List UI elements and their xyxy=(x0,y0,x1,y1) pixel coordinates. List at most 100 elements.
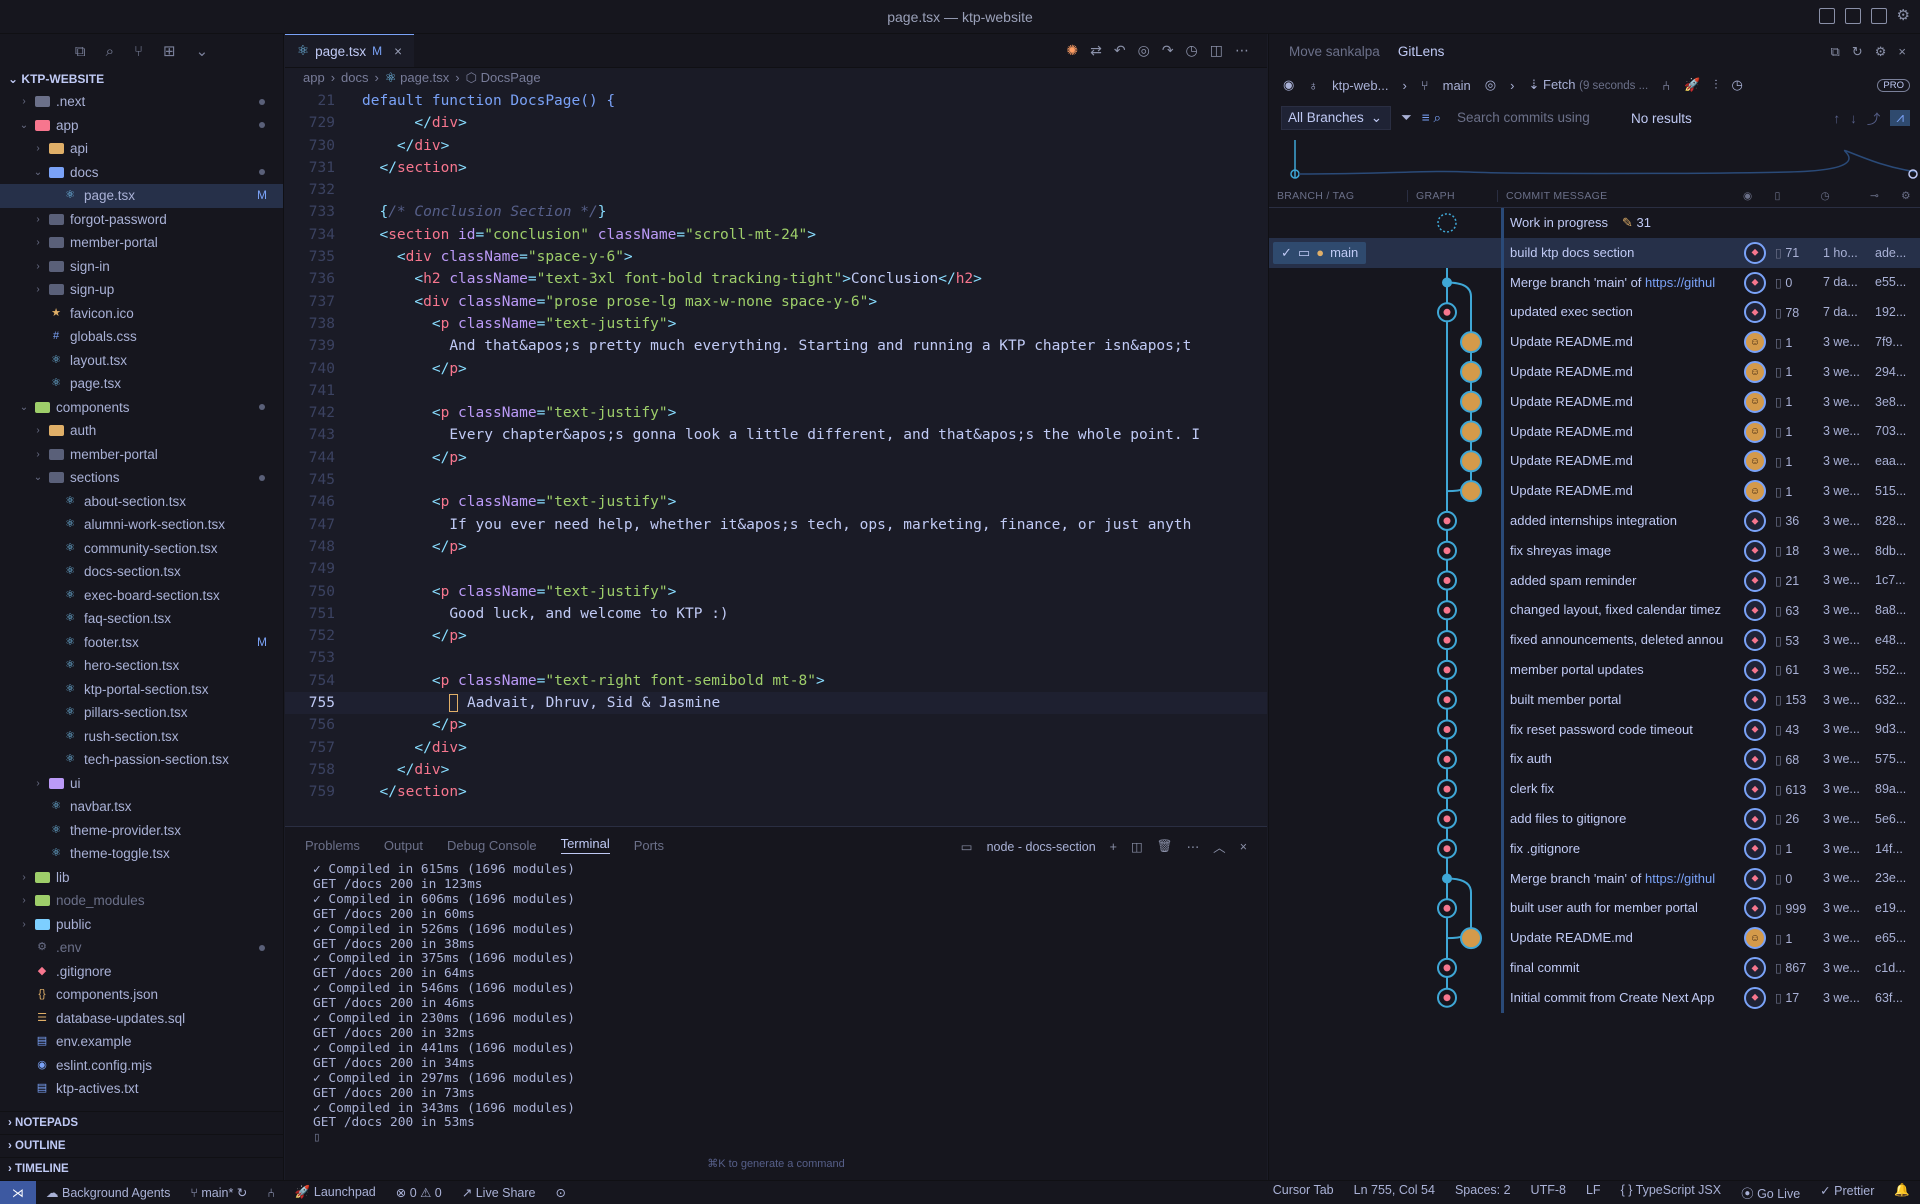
date-column-icon[interactable]: ◷ xyxy=(1821,190,1830,202)
tree-item[interactable]: ▤ env.example xyxy=(0,1030,283,1054)
close-icon[interactable]: × xyxy=(394,44,402,59)
more-actions-icon[interactable]: ⋯ xyxy=(1235,42,1249,59)
tree-item[interactable]: ⚛ theme-provider.tsx xyxy=(0,819,283,843)
tree-item[interactable]: ⚛ layout.tsx xyxy=(0,349,283,373)
commit-row[interactable]: added spam reminder ⬥ ▯ 21 3 we... 1c7... xyxy=(1269,565,1920,596)
tree-item[interactable]: ⚛ about-section.tsx xyxy=(0,490,283,514)
tree-item[interactable]: ⚛ docs-section.tsx xyxy=(0,560,283,584)
revert-icon[interactable]: ↶ xyxy=(1114,42,1126,59)
encoding[interactable]: UTF-8 xyxy=(1521,1183,1576,1202)
branch-filter-select[interactable]: All Branches ⌄ xyxy=(1281,106,1391,130)
commit-row[interactable]: Initial commit from Create Next App ⬥ ▯ 17… xyxy=(1269,982,1920,1013)
code-line[interactable]: 735 <div className="space-y-6"> xyxy=(285,246,1267,268)
tree-item[interactable]: ⌄ app xyxy=(0,114,283,138)
tree-item[interactable]: ⚛ tech-passion-section.tsx xyxy=(0,748,283,772)
toggle-panel-icon[interactable] xyxy=(1844,8,1861,24)
tree-item[interactable]: ⌄ sections xyxy=(0,466,283,490)
tree-item[interactable]: ⚛ navbar.tsx xyxy=(0,795,283,819)
author-column-icon[interactable]: ◉ xyxy=(1743,190,1752,202)
tree-item[interactable]: › member-portal xyxy=(0,443,283,467)
tree-item[interactable]: ⚛ rush-section.tsx xyxy=(0,725,283,749)
commit-row[interactable]: member portal updates ⬥ ▯ 61 3 we... 552... xyxy=(1269,655,1920,685)
code-editor[interactable]: 21 default function DocsPage() { 729 </d… xyxy=(285,90,1267,826)
commit-row[interactable]: clerk fix ⬥ ▯ 613 3 we... 89a... xyxy=(1269,774,1920,804)
source-control-icon[interactable]: ⑂ xyxy=(134,43,143,60)
settings-gear-icon[interactable]: ⚙ xyxy=(1875,44,1887,60)
code-line[interactable]: 739 And that&apos;s pretty much everythi… xyxy=(285,335,1267,357)
changes-column-icon[interactable]: ▯ xyxy=(1774,190,1780,202)
tree-item[interactable]: ⚛ page.tsx xyxy=(0,372,283,396)
live-share[interactable]: ↗ Live Share xyxy=(452,1185,546,1200)
launchpad-icon[interactable]: 🚀 xyxy=(1684,77,1700,93)
trash-icon[interactable]: 🗑 xyxy=(1157,839,1173,854)
commit-row[interactable]: Update README.md ☺ ▯ 1 3 we... 3e8... xyxy=(1269,386,1920,417)
settings-gear-icon[interactable]: ⚙ xyxy=(1897,8,1910,24)
copilot-icon[interactable]: ⊙ xyxy=(545,1185,575,1200)
breadcrumb-item[interactable]: app xyxy=(303,68,325,88)
commit-link[interactable]: https://githul xyxy=(1645,275,1715,290)
tree-item[interactable]: › sign-in xyxy=(0,255,283,279)
tree-item[interactable]: ⚛ theme-toggle.tsx xyxy=(0,842,283,866)
git-graph-icon[interactable]: ⑃ xyxy=(257,1186,285,1200)
tree-item[interactable]: ⌄ components xyxy=(0,396,283,420)
panel-tab-terminal[interactable]: Terminal xyxy=(560,836,610,854)
indentation[interactable]: Spaces: 2 xyxy=(1445,1183,1521,1202)
terminal-output[interactable]: ✓ Compiled in 615ms (1696 modules) GET /d… xyxy=(285,862,1267,1146)
commit-row[interactable]: final commit ⬥ ▯ 867 3 we... c1d... xyxy=(1269,953,1920,983)
panel-tab-debug-console[interactable]: Debug Console xyxy=(447,838,537,853)
commit-row[interactable]: ✓ ▭ ● main build ktp docs section ⬥ ▯ 71 1 ho..… xyxy=(1269,237,1920,268)
github-icon[interactable]: ◉ xyxy=(1283,77,1294,93)
terminal-name[interactable]: node - docs-section xyxy=(987,840,1096,854)
more-actions-icon[interactable]: ⋯ xyxy=(1187,839,1200,854)
split-editor-icon[interactable]: ◫ xyxy=(1210,42,1223,59)
column-graph[interactable]: GRAPH xyxy=(1407,189,1497,202)
timeline-icon[interactable]: ◷ xyxy=(1186,42,1198,59)
code-line[interactable]: 747 If you ever need help, whether it&ap… xyxy=(285,514,1267,536)
breadcrumb-item[interactable]: ⬡ DocsPage xyxy=(466,68,541,88)
tree-item[interactable]: › ui xyxy=(0,772,283,796)
commit-row[interactable]: changed layout, fixed calendar timez ⬥ ▯ 6… xyxy=(1269,595,1920,626)
arrow-down-icon[interactable]: ↓ xyxy=(1850,111,1857,126)
compare-changes-icon[interactable]: ⇄ xyxy=(1090,42,1102,59)
code-line[interactable]: 736 <h2 className="text-3xl font-bold tr… xyxy=(285,268,1267,290)
tree-item[interactable]: › auth xyxy=(0,419,283,443)
code-line[interactable]: 753 xyxy=(285,647,1267,669)
commit-row[interactable]: updated exec section ⬥ ▯ 78 7 da... 192... xyxy=(1269,297,1920,328)
tree-item[interactable]: › member-portal xyxy=(0,231,283,255)
split-terminal-icon[interactable]: ◫ xyxy=(1131,839,1143,854)
commit-icon[interactable]: ◎ xyxy=(1138,42,1150,59)
panel-tab-ports[interactable]: Ports xyxy=(634,838,664,853)
tree-item[interactable]: ☰ database-updates.sql xyxy=(0,1007,283,1031)
sticky-scroll-line[interactable]: 21 default function DocsPage() { xyxy=(285,90,1267,113)
sha-column-icon[interactable]: ⊸ xyxy=(1870,190,1879,202)
commit-row[interactable]: Update README.md ☺ ▯ 1 3 we... eaa... xyxy=(1269,446,1920,477)
search-mode-icon[interactable]: ≡ ⌕ xyxy=(1422,110,1441,126)
commit-row[interactable]: Update README.md ☺ ▯ 1 3 we... 703... xyxy=(1269,416,1920,447)
commit-row[interactable]: fix .gitignore ⬥ ▯ 1 3 we... 14f... xyxy=(1269,833,1920,864)
search-commits-input[interactable]: Search commits using xyxy=(1451,106,1621,130)
commit-row[interactable]: Update README.md ☺ ▯ 1 3 we... 7f9... xyxy=(1269,327,1920,357)
commit-row-wip[interactable]: Work in progress ✎ 31 xyxy=(1269,208,1920,238)
commit-row[interactable]: Update README.md ☺ ▯ 1 3 we... 294... xyxy=(1269,357,1920,387)
code-line[interactable]: 737 <div className="prose prose-lg max-w… xyxy=(285,291,1267,313)
problems-count[interactable]: ⊗ 0 ⚠ 0 xyxy=(386,1185,452,1200)
code-line[interactable]: 729 </div> xyxy=(285,112,1267,134)
open-in-editor-icon[interactable]: ⧉ xyxy=(1831,44,1840,60)
line-ending[interactable]: LF xyxy=(1576,1183,1611,1202)
code-line[interactable]: 738 <p className="text-justify"> xyxy=(285,313,1267,335)
git-branch[interactable]: ⑂ main* ↻ xyxy=(180,1185,257,1200)
section-notepads[interactable]: › NOTEPADS xyxy=(0,1111,283,1134)
code-line[interactable]: 752 </p> xyxy=(285,625,1267,647)
branches-icon[interactable]: ⑃ xyxy=(1662,78,1670,93)
refresh-icon[interactable]: ↻ xyxy=(1852,44,1863,60)
code-line[interactable]: 759 </section> xyxy=(285,781,1267,803)
tree-item[interactable]: # globals.css xyxy=(0,325,283,349)
tree-item[interactable]: ⚛ exec-board-section.tsx xyxy=(0,584,283,608)
tree-item[interactable]: ⌄ docs xyxy=(0,161,283,185)
tree-item[interactable]: ◉ eslint.config.mjs xyxy=(0,1054,283,1078)
code-line[interactable]: 748 </p> xyxy=(285,536,1267,558)
section-timeline[interactable]: › TIMELINE xyxy=(0,1157,283,1180)
commit-row[interactable]: fix shreyas image ⬥ ▯ 18 3 we... 8db... xyxy=(1269,535,1920,566)
breadcrumb-item[interactable]: docs xyxy=(341,68,368,88)
tab-move-sankalpa[interactable]: Move sankalpa xyxy=(1289,44,1380,59)
